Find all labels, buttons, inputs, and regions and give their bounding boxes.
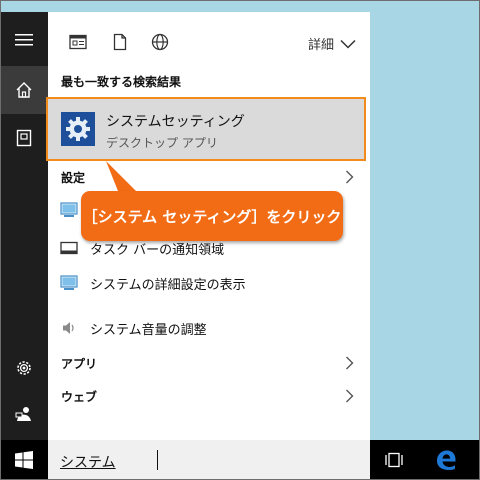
best-match-title: システムセッティング [106,114,245,130]
apps-filter-icon [69,34,87,50]
settings-result-label: タスク バーの通知領域 [90,242,225,258]
hamburger-icon [15,34,33,46]
edge-button[interactable] [434,448,458,472]
chevron-down-icon [340,39,356,49]
filter-toolbar: 詳細 [48,12,370,62]
edge-icon [437,450,456,470]
settings-result-item[interactable]: システム音量の調整 [48,313,370,343]
search-input[interactable]: システム [60,452,116,472]
feedback-icon [15,407,31,421]
home-icon [16,82,32,98]
gear-icon [66,117,90,141]
details-dropdown[interactable]: 詳細 [308,34,356,53]
task-view-button[interactable] [382,448,406,472]
documents-filter-icon [113,33,127,51]
apps-filter-button[interactable] [68,32,88,52]
documents-filter-button[interactable] [110,32,130,52]
chevron-right-icon[interactable] [345,170,354,184]
monitor-icon [60,201,78,219]
feedback-button[interactable] [0,390,48,438]
settings-result-item[interactable]: システムの詳細設定の表示 [48,268,370,298]
text-caret [157,450,158,470]
notebook-icon [16,129,32,147]
notebook-button[interactable] [0,114,48,162]
web-filter-icon [151,33,169,51]
menu-button[interactable] [0,16,48,64]
taskbar-icon [60,239,78,257]
settings-heading: 設定 [61,171,86,185]
speaker-icon [60,319,78,337]
instruction-callout: ［システム セッティング］をクリック [81,191,343,241]
left-rail [0,12,48,440]
details-label: 詳細 [307,38,334,53]
web-filter-button[interactable] [150,32,170,52]
task-view-icon [385,452,403,468]
chevron-right-icon[interactable] [345,389,354,403]
apps-heading[interactable]: アプリ [61,355,97,372]
chevron-right-icon[interactable] [345,356,354,370]
settings-result-label: システム音量の調整 [90,322,207,338]
settings-button[interactable] [0,344,48,392]
best-match-subtitle: デスクトップ アプリ [106,136,218,150]
search-box[interactable]: システム [48,440,370,480]
monitor-icon [60,274,78,292]
start-button[interactable] [0,440,48,480]
settings-gear-icon [17,361,31,375]
taskbar [370,440,480,480]
windows-logo-icon [15,451,33,469]
home-button[interactable] [0,66,48,114]
app-tile [61,112,95,146]
best-match-heading: 最も一致する検索結果 [61,75,182,89]
best-match-system-settings[interactable]: システムセッティング デスクトップ アプリ [46,97,366,161]
web-heading[interactable]: ウェブ [61,388,97,405]
settings-result-label: システムの詳細設定の表示 [90,277,246,293]
